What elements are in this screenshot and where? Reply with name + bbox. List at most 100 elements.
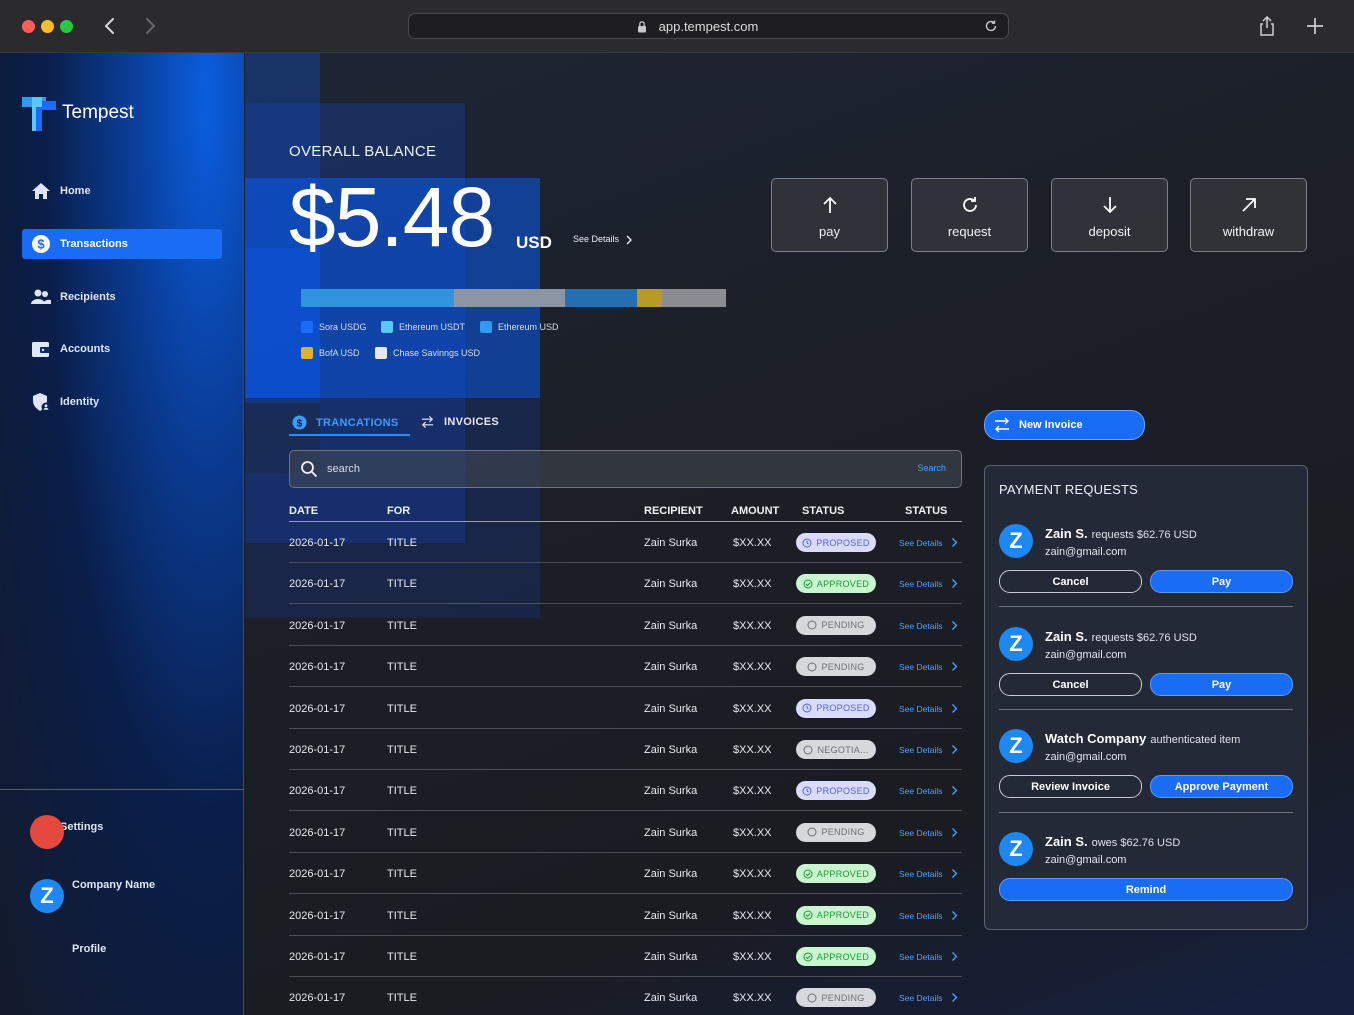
withdraw-button[interactable]: withdraw [1190,178,1307,252]
new-tab-icon[interactable] [1306,17,1324,35]
company-avatar[interactable] [30,815,64,849]
table-row[interactable]: 2026-01-17 TITLE Zain Surka $XX.XX PENDING Se… [289,812,962,853]
table-row[interactable]: 2026-01-17 TITLE Zain Surka $XX.XX PENDING Se… [289,605,962,646]
chevron-right-icon[interactable] [951,537,958,548]
company-name[interactable]: Company Name [72,879,155,891]
cell-recipient: Zain Surka [644,537,698,549]
arrow-up-right-icon [1242,198,1256,212]
status-badge: PROPOSED [796,698,876,718]
clock-icon [802,703,812,713]
sidebar-item-recipients[interactable]: Recipients [22,282,222,312]
see-details-link[interactable]: See Details [899,538,942,548]
chevron-right-icon[interactable] [951,785,958,796]
pay-request-button[interactable]: Pay [1150,673,1293,696]
pay-button[interactable]: pay [771,178,888,252]
cancel-button[interactable]: Cancel [999,570,1142,593]
refresh-icon [963,197,977,212]
reload-icon[interactable] [984,19,998,33]
chevron-right-icon[interactable] [951,578,958,589]
see-details-link[interactable]: See Details [899,786,942,796]
column-header-status[interactable]: STATUS [802,505,844,517]
table-row[interactable]: 2026-01-17 TITLE Zain Surka $XX.XX PROPOSED S… [289,770,962,812]
chevron-right-icon[interactable] [951,661,958,672]
chevron-right-icon[interactable] [951,951,958,962]
see-details-link[interactable]: See Details [899,993,942,1003]
remind-button[interactable]: Remind [999,878,1293,901]
cell-date: 2026-01-17 [289,702,346,715]
tab-invoices[interactable]: INVOICES [420,415,499,429]
see-details-link[interactable]: See Details [899,745,942,755]
profile-avatar[interactable]: Z [30,879,64,913]
see-details-link[interactable]: See Details [899,952,942,962]
profile-link[interactable]: Profile [72,943,106,955]
back-arrow-icon[interactable] [100,14,120,38]
table-row[interactable]: 2026-01-17 TITLE Zain Surka $XX.XX APPROVED S… [289,563,962,605]
table-row[interactable]: 2026-01-17 TITLE Zain Surka $XX.XX APPROVED S… [289,936,962,977]
see-details-link[interactable]: See Details [573,234,619,244]
chevron-right-icon[interactable] [951,744,958,755]
table-row[interactable]: 2026-01-17 TITLE Zain Surka $XX.XX PENDING Se… [289,646,962,688]
chevron-right-icon[interactable] [951,992,958,1003]
search-button[interactable]: Search [917,463,946,473]
see-details-link[interactable]: See Details [899,621,942,631]
balance-distribution-bar [301,289,726,307]
table-row[interactable]: 2026-01-17 TITLE Zain Surka $XX.XX PENDING Se… [289,977,962,1015]
sidebar-item-identity[interactable]: Identity [22,387,222,417]
legend-item: Ethereum USDT [381,321,465,333]
divider [999,606,1293,607]
chevron-right-icon[interactable] [951,910,958,921]
column-header-status-2[interactable]: STATUS [905,505,947,517]
status-badge: APPROVED [796,864,876,884]
table-row[interactable]: 2026-01-17 TITLE Zain Surka $XX.XX PROPOSED S… [289,688,962,729]
chevron-right-icon[interactable] [951,620,958,631]
see-details-link[interactable]: See Details [899,828,942,838]
cell-recipient: Zain Surka [644,992,698,1005]
settings-link[interactable]: Settings [60,821,103,833]
table-row[interactable]: 2026-01-17 TITLE Zain Surka $XX.XX APPROVED S… [289,853,962,895]
review-invoice-button[interactable]: Review Invoice [999,775,1142,798]
pay-request-button[interactable]: Pay [1150,570,1293,593]
column-header-recipient[interactable]: RECIPIENT [644,505,703,517]
close-window-button[interactable] [22,20,35,33]
table-row[interactable]: 2026-01-17 TITLE Zain Surka $XX.XX APPROVED S… [289,895,962,936]
cancel-button[interactable]: Cancel [999,673,1142,696]
requester-email: zain@gmail.com [1045,649,1127,661]
tab-transactions[interactable]: $ TRANCATIONS [292,415,399,430]
cell-amount: $XX.XX [733,619,772,632]
search-input[interactable]: search Search [289,450,962,488]
column-header-for[interactable]: FOR [387,505,410,517]
status-badge: PENDING [796,822,876,842]
see-details-link[interactable]: See Details [899,662,942,672]
see-details-link[interactable]: See Details [899,704,942,714]
address-bar[interactable]: app.tempest.com [408,13,1009,39]
sidebar-item-transactions[interactable]: $ Transactions [22,229,222,259]
chevron-right-icon[interactable] [625,234,633,246]
sidebar-item-accounts[interactable]: Accounts [22,334,222,364]
panel-title: PAYMENT REQUESTS [999,482,1139,497]
column-header-amount[interactable]: AMOUNT [731,505,779,517]
see-details-link[interactable]: See Details [899,911,942,921]
legend-item: Chase Savinngs USD [375,347,480,359]
share-icon[interactable] [1258,16,1276,36]
column-header-date[interactable]: DATE [289,505,318,517]
new-invoice-button[interactable]: New Invoice [984,410,1145,440]
minimize-window-button[interactable] [41,20,54,33]
search-icon [301,461,318,478]
maximize-window-button[interactable] [60,20,73,33]
forward-arrow-icon[interactable] [140,14,160,38]
cell-for: TITLE [387,909,417,922]
table-row[interactable]: 2026-01-17 TITLE Zain Surka $XX.XX PROPOSED S… [289,522,962,563]
chevron-right-icon[interactable] [951,868,958,879]
chevron-right-icon[interactable] [951,703,958,714]
sidebar-item-home[interactable]: Home [22,176,222,206]
requester-name: Watch Company [1045,731,1147,746]
table-row[interactable]: 2026-01-17 TITLE Zain Surka $XX.XX NEGOTIA..… [289,729,962,770]
request-button[interactable]: request [911,178,1028,252]
tempest-logo-icon [22,97,56,131]
approve-payment-button[interactable]: Approve Payment [1150,775,1293,798]
deposit-button[interactable]: deposit [1051,178,1168,252]
see-details-link[interactable]: See Details [899,579,942,589]
see-details-link[interactable]: See Details [899,869,942,879]
chevron-right-icon[interactable] [951,827,958,838]
legend-swatch [375,347,387,359]
